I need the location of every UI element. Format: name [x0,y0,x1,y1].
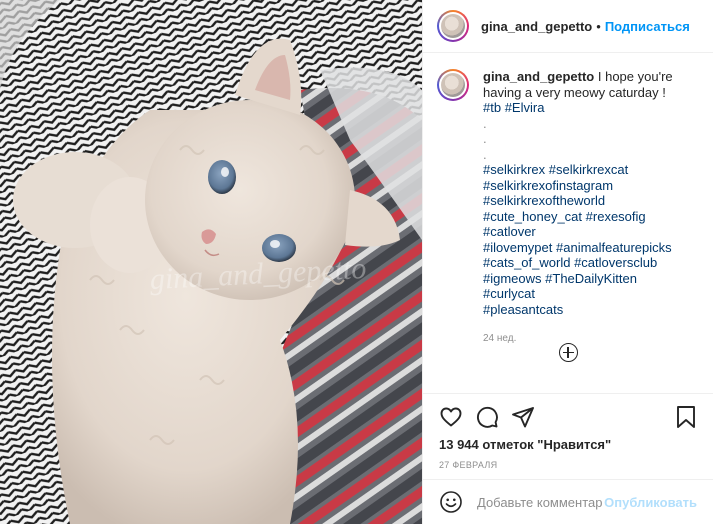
instagram-post: gina_and_gepetto gina_and_gepetto • Подп… [0,0,713,524]
hashtag-line: #selkirkrexofinstagram [483,178,683,194]
hashtag-link[interactable]: #Elvira [505,100,545,115]
hashtag-link[interactable]: #tb [483,100,501,115]
hashtag-line: #cats_of_world #catloversclub [483,255,683,271]
avatar[interactable] [437,10,469,42]
heart-icon[interactable] [439,405,463,429]
hashtag-link[interactable]: #cute_honey_cat [483,209,582,224]
follow-button[interactable]: Подписаться [605,19,690,34]
hashtag-line: #igmeows #TheDailyKitten #curlycat [483,271,683,302]
hashtag-link[interactable]: #ilovemypet [483,240,552,255]
bookmark-icon[interactable] [675,405,697,429]
hashtag-link[interactable]: #selkirkrexofinstagram [483,178,613,193]
hashtag-link[interactable]: #TheDailyKitten [545,271,637,286]
hashtag-link[interactable]: #animalfeaturepicks [556,240,672,255]
kitten-photo: gina_and_gepetto [0,0,422,524]
comment-icon[interactable] [475,405,499,429]
hashtag-link[interactable]: #catloversclub [574,255,657,270]
hashtag-link[interactable]: #curlycat [483,286,535,301]
add-comment-bar: Опубликовать [423,479,713,524]
hashtag-line: #ilovemypet #animalfeaturepicks [483,240,683,256]
caption-body: gina_and_gepetto I hope you're having a … [483,69,683,344]
caption-text-block: gina_and_gepetto I hope you're having a … [483,69,683,116]
hashtag-link[interactable]: #cats_of_world [483,255,570,270]
post-photo[interactable]: gina_and_gepetto [0,0,422,524]
caption-username[interactable]: gina_and_gepetto [483,69,594,84]
hashtag-link[interactable]: #selkirkrexoftheworld [483,193,605,208]
smiley-icon[interactable] [439,490,463,514]
hashtag-link[interactable]: #pleasantcats [483,302,563,317]
caption-comment: gina_and_gepetto I hope you're having a … [423,53,713,344]
hashtag-link[interactable]: #selkirkrex [483,162,545,177]
caption-avatar[interactable] [437,69,469,101]
header-separator: • [596,18,601,34]
hashtag-line: #selkirkrexoftheworld [483,193,683,209]
comment-input[interactable] [475,493,605,511]
load-more-comments [423,343,713,362]
hashtag-line: #selkirkrex #selkirkrexcat [483,162,683,178]
share-icon[interactable] [511,405,535,429]
post-side-panel: gina_and_gepetto • Подписаться gina_and_… [422,0,713,524]
plus-circle-icon[interactable] [558,343,578,362]
hashtag-link[interactable]: #catlover [483,224,536,239]
hashtag-line: #cute_honey_cat #rexesofig #catlover [483,209,683,240]
post-date[interactable]: 27 ФЕВРАЛЯ [439,460,697,470]
hashtag-link[interactable]: #rexesofig [586,209,646,224]
action-icons-row [439,394,697,440]
likes-count[interactable]: 13 944 отметок "Нравится" [439,437,697,452]
caption-dot: . [483,146,487,162]
hashtag-link[interactable]: #igmeows [483,271,542,286]
hashtag-line: #pleasantcats [483,302,683,318]
caption-dot: . [483,131,487,146]
hashtag-link[interactable]: #selkirkrexcat [549,162,628,177]
post-actions: 13 944 отметок "Нравится" 27 ФЕВРАЛЯ [423,393,713,470]
header-username[interactable]: gina_and_gepetto [481,19,592,34]
caption-dot: . [483,115,487,131]
publish-button[interactable]: Опубликовать [604,495,697,510]
post-header: gina_and_gepetto • Подписаться [423,0,713,53]
